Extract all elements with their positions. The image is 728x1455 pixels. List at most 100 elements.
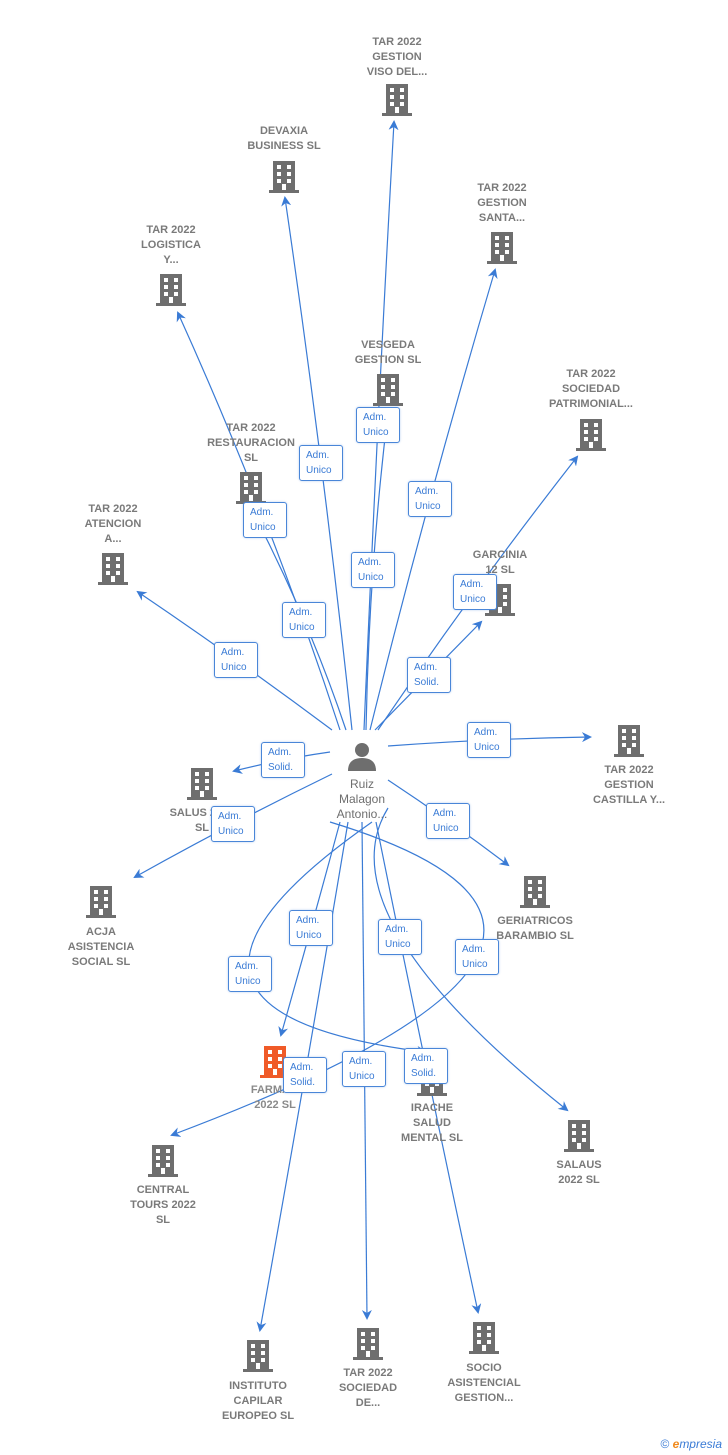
company-label-line: A... [104,533,122,545]
company-label[interactable]: TAR 2022 ATENCION A... [85,502,142,547]
relation-badge[interactable]: Adm. Unico [289,910,333,946]
relation-badge[interactable]: Adm. Solid. [407,657,451,693]
company-label-line: SALUD [413,1117,451,1129]
company-label-line: GESTION [604,779,654,791]
relation-badge[interactable]: Adm. Unico [426,803,470,839]
building-icon[interactable] [382,84,412,116]
company-label[interactable]: TAR 2022 SOCIEDAD DE... [339,1366,397,1411]
relation-text: Adm. [363,412,387,423]
building-icon[interactable] [520,876,550,908]
network-diagram [86,84,644,1372]
building-icon[interactable] [187,768,217,800]
company-label[interactable]: INSTITUTO CAPILAR EUROPEO SL [222,1379,294,1424]
relation-text: Solid. [290,1077,316,1088]
relation-badge[interactable]: Adm. Solid. [261,742,305,778]
building-icon[interactable] [576,419,606,451]
relation-badge[interactable]: Adm. Unico [282,602,326,638]
relation-text: Adm. [289,607,313,618]
company-label-line: TAR 2022 [372,36,422,48]
relation-text: Unico [296,930,322,941]
building-icon[interactable] [614,725,644,757]
company-label-line: CASTILLA Y... [592,794,666,806]
building-icon[interactable] [148,1145,178,1177]
relation-badge[interactable]: Adm. Unico [453,574,497,610]
building-icon[interactable] [243,1340,273,1372]
relation-badge[interactable]: Adm. Unico [342,1051,386,1087]
company-label-line: ASISTENCIAL [447,1377,521,1389]
building-icon[interactable] [98,553,128,585]
company-label-line: SOCIO [466,1362,502,1374]
company-label[interactable]: TAR 2022 RESTAURACION SL [207,421,295,466]
relation-text: Adm. [218,811,242,822]
company-label-line: IRACHE [410,1102,454,1114]
company-label[interactable]: TAR 2022 SOCIEDAD PATRIMONIAL... [549,367,633,412]
building-icon[interactable] [469,1322,499,1354]
relation-text: Adm. [474,727,498,738]
building-icon[interactable] [373,374,403,406]
relation-badge[interactable]: Adm. Unico [408,481,452,517]
company-label-line: DE... [355,1397,381,1409]
relation-badge[interactable]: Adm. Unico [243,502,287,538]
relation-text: Adm. [349,1056,373,1067]
relation-badge[interactable]: Adm. Unico [299,445,343,481]
company-label-line: GESTION [477,197,527,209]
company-label-line: GERIATRICOS [497,915,573,927]
company-label-line: INSTITUTO [229,1380,287,1392]
company-label[interactable]: DEVAXIA BUSINESS SL [247,124,320,154]
relation-text: Unico [415,501,441,512]
brand-name: mpresia [679,1437,722,1451]
relation-text: Solid. [268,762,294,773]
relation-badge[interactable]: Adm. Unico [467,722,511,758]
company-label[interactable]: SOCIO ASISTENCIAL GESTION... [447,1361,520,1406]
building-icon[interactable] [269,161,299,193]
copyright-symbol: © [660,1437,670,1451]
company-label-line: TAR 2022 [88,503,138,515]
company-label[interactable]: ACJA ASISTENCIA SOCIAL SL [68,925,135,970]
building-icon[interactable] [487,232,517,264]
company-label[interactable]: SALAUS 2022 SL [556,1158,601,1188]
relation-badge[interactable]: Adm. Unico [356,407,400,443]
relation-text: Unico [349,1071,375,1082]
relation-text: Adm. [250,507,274,518]
relation-badge[interactable]: Adm. Unico [378,919,422,955]
company-label[interactable]: VESGEDA GESTION SL [355,338,422,368]
relation-text: Adm. [433,808,457,819]
company-label[interactable]: TAR 2022 GESTION SANTA... [477,181,527,226]
company-label[interactable]: TAR 2022 GESTION CASTILLA Y... [593,763,665,808]
company-label-line: SALAUS [556,1159,602,1171]
company-label-line: TAR 2022 [604,764,654,776]
relation-text: Adm. [290,1062,314,1073]
relation-badge[interactable]: Adm. Solid. [404,1048,448,1084]
company-label-line: EUROPEO SL [221,1410,295,1422]
relation-badge[interactable]: Adm. Unico [214,642,258,678]
company-label[interactable]: TAR 2022 GESTION VISO DEL... [367,35,428,80]
relation-text: Adm. [385,924,409,935]
relation-text: Adm. [411,1053,435,1064]
company-label-line: TOURS 2022 [130,1199,196,1211]
company-label-line: VISO DEL... [366,66,428,78]
company-label-line: BUSINESS SL [247,140,321,152]
building-icon[interactable] [156,274,186,306]
person-name-line: Malagon [338,792,386,806]
company-label[interactable]: IRACHE SALUD MENTAL SL [401,1101,463,1146]
relation-badge[interactable]: Adm. Solid. [283,1057,327,1093]
person-icon[interactable] [348,743,376,771]
building-icon[interactable] [353,1328,383,1360]
company-label[interactable]: CENTRAL TOURS 2022 SL [130,1183,196,1228]
relation-badge[interactable]: Adm. Unico [228,956,272,992]
building-icon[interactable] [564,1120,594,1152]
company-label-line: TAR 2022 [146,224,196,236]
relation-badge[interactable]: Adm. Unico [211,806,255,842]
building-icon[interactable] [236,472,266,504]
relation-badge[interactable]: Adm. Unico [455,939,499,975]
person-label[interactable]: Ruiz Malagon Antonio... [337,777,388,822]
company-label-line: DEVAXIA [259,125,309,137]
relation-text: Adm. [358,557,382,568]
company-label-line: LOGISTICA [141,239,201,251]
company-label[interactable]: GERIATRICOS BARAMBIO SL [496,914,574,944]
company-label[interactable]: TAR 2022 LOGISTICA Y... [141,223,201,268]
relation-badge[interactable]: Adm. Unico [351,552,395,588]
company-label-line: ASISTENCIA [67,941,135,953]
building-icon[interactable] [86,886,116,918]
relation-text: Unico [235,976,261,987]
